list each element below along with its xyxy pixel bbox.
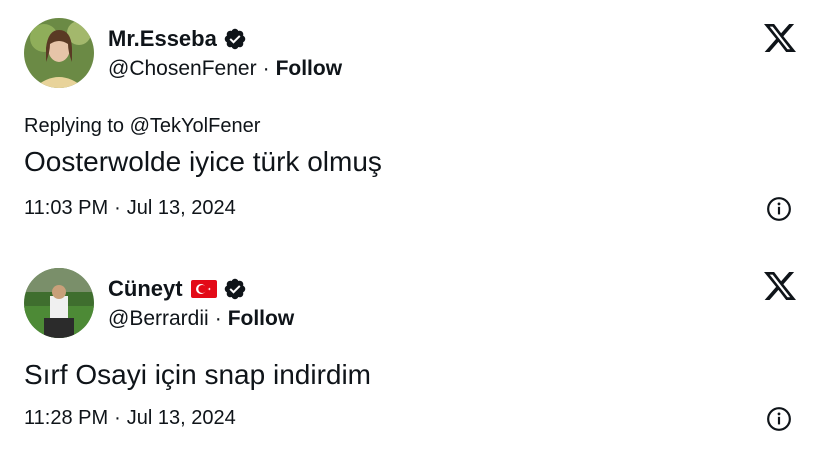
display-name[interactable]: Cüneyt [108, 276, 183, 302]
separator: · [214, 307, 222, 330]
avatar[interactable] [24, 268, 94, 338]
handle[interactable]: @Berrardii [108, 307, 209, 330]
info-icon[interactable] [766, 406, 792, 432]
display-name[interactable]: Mr.Esseba [108, 26, 217, 52]
replying-to[interactable]: Replying to @TekYolFener [24, 115, 260, 138]
tweet-date: Jul 13, 2024 [126, 407, 236, 429]
tweet-card: Cüneyt @Berrardii · Follow Sırf Osayi için… [0, 252, 820, 462]
turkey-flag-icon [190, 280, 217, 298]
handle[interactable]: @ChosenFener [108, 57, 257, 80]
handle-row: @ChosenFener · Follow [108, 56, 342, 82]
author-name-row: Cüneyt [108, 276, 247, 302]
handle-row: @Berrardii · Follow [108, 306, 294, 332]
timestamp[interactable]: 11:28 PM · Jul 13, 2024 [24, 407, 236, 430]
separator: · [114, 407, 121, 429]
tweet-date: Jul 13, 2024 [126, 197, 236, 219]
tweet-time: 11:03 PM [24, 197, 109, 219]
author-name-row: Mr.Esseba [108, 26, 247, 52]
avatar[interactable] [24, 18, 94, 88]
info-icon[interactable] [766, 196, 792, 222]
follow-button[interactable]: Follow [228, 307, 295, 330]
x-logo-icon[interactable] [764, 270, 796, 302]
x-logo-icon[interactable] [764, 22, 796, 54]
tweet-text: Oosterwolde iyice türk olmuş [24, 146, 382, 177]
tweet-text: Sırf Osayi için snap indirdim [24, 359, 372, 390]
follow-button[interactable]: Follow [276, 57, 343, 80]
separator: · [262, 57, 270, 80]
verified-badge-icon [224, 278, 245, 300]
verified-badge-icon [224, 28, 246, 50]
tweet-card: Mr.Esseba @ChosenFener · Follow Replying t… [0, 0, 820, 250]
timestamp[interactable]: 11:03 PM · Jul 13, 2024 [24, 197, 236, 220]
separator: · [114, 197, 121, 219]
tweet-time: 11:28 PM [24, 407, 109, 429]
